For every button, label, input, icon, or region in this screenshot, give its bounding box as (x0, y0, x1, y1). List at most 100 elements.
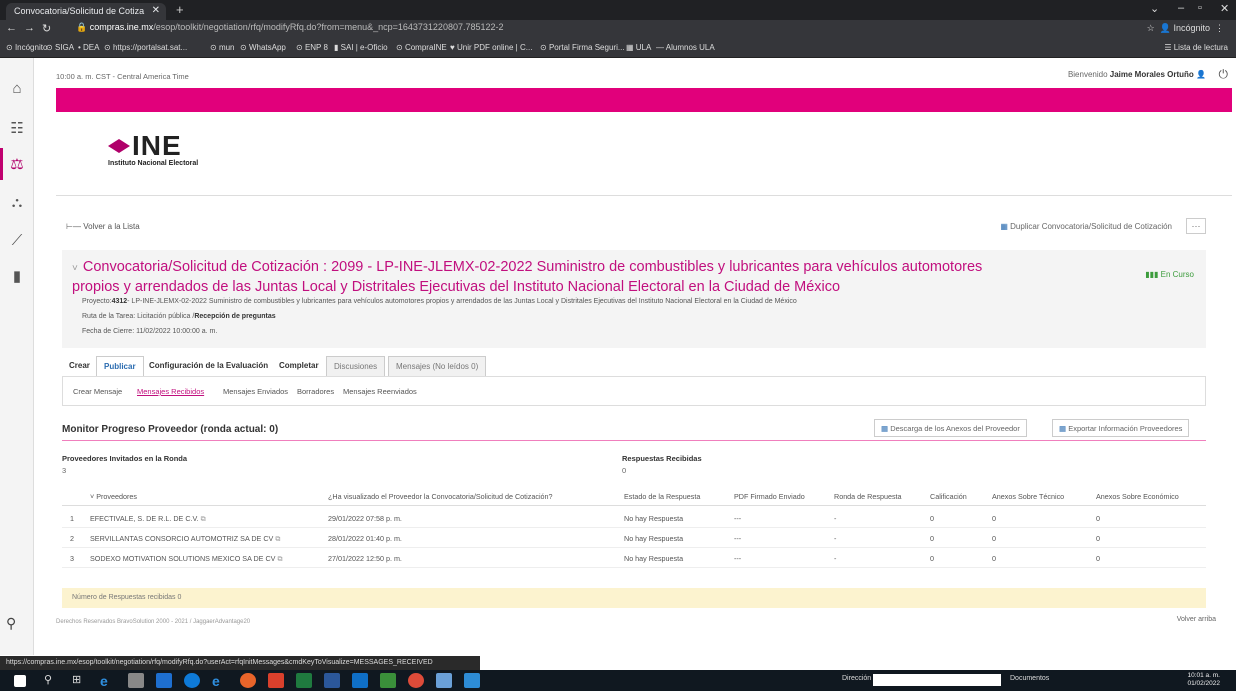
subtab-crear-mensaje[interactable]: Crear Mensaje (73, 387, 122, 396)
bookmark-item[interactable]: ⊙ mun (210, 43, 235, 52)
task-view-icon[interactable]: ⊞ (72, 673, 88, 688)
back-to-list-link[interactable]: ⊢— Volver a la Lista (66, 222, 140, 231)
col-visualizado[interactable]: ¿Ha visualizado el Proveedor la Convocat… (328, 492, 553, 501)
contracts-icon[interactable]: ⛬ (6, 192, 28, 214)
subtab-mensajes-enviados[interactable]: Mensajes Enviados (223, 387, 288, 396)
welcome-user[interactable]: Bienvenido Jaime Morales Ortuño 👤 (1068, 70, 1206, 79)
tech-annexes: 0 (992, 514, 996, 523)
chrome-icon[interactable] (408, 673, 424, 688)
subtab-borradores[interactable]: Borradores (297, 387, 334, 396)
documents-icon[interactable]: ▮ (6, 266, 28, 288)
tab-search-icon[interactable]: ⌄ (1150, 2, 1159, 15)
app-icon[interactable] (436, 673, 452, 688)
supplier-name[interactable]: SERVILLANTAS CONSORCIO AUTOMOTRIZ SA DE … (90, 534, 280, 544)
outlook-icon[interactable] (352, 673, 368, 688)
tab-publicar[interactable]: Publicar (96, 356, 144, 376)
download-annexes-button[interactable]: ▦ Descarga de los Anexos del Proveedor (874, 419, 1027, 437)
open-link-icon[interactable]: ⧉ (275, 534, 280, 543)
col-estado[interactable]: Estado de la Respuesta (624, 492, 700, 501)
tab-discusiones[interactable]: Discusiones (326, 356, 386, 376)
bookmark-item[interactable]: ⊙ CompraINE (396, 43, 447, 52)
bookmark-label: mun (218, 43, 235, 52)
url-field[interactable]: 🔒 compras.ine.mx/esop/toolkit/negotiatio… (66, 22, 1116, 36)
responses-value: 0 (622, 466, 627, 475)
bookmark-item[interactable]: ⊙ Portal Firma Seguri... (540, 43, 625, 52)
windows-taskbar: ⚲ ⊞ e e (0, 670, 1236, 691)
reading-list[interactable]: ☰ Lista de lectura (1164, 43, 1228, 52)
back-arrow-icon[interactable]: ← (6, 22, 17, 34)
ine-logo: INE Instituto Nacional Electoral (108, 132, 198, 167)
reload-icon[interactable]: ↻ (42, 22, 51, 35)
row-number: 3 (70, 554, 74, 563)
bookmark-item[interactable]: ⊙ ENP 8 (296, 43, 328, 52)
word-icon[interactable] (324, 673, 340, 688)
col-pdf[interactable]: PDF Firmado Enviado (734, 492, 805, 501)
col-calificacion[interactable]: Calificación (930, 492, 967, 501)
tab-mensajes[interactable]: Mensajes (No leídos 0) (388, 356, 487, 376)
bookmark-item[interactable]: ▮ SAI | e-Oficio (334, 43, 388, 52)
start-icon[interactable] (14, 675, 26, 687)
address-toolbar-input[interactable] (873, 674, 1001, 686)
bookmark-item[interactable]: ⊙ https://portalsat.sat... (104, 43, 187, 52)
sourcing-icon[interactable]: ⚖ (6, 154, 28, 176)
bookmark-item[interactable]: ⊙ SIGA (46, 43, 74, 52)
mail-icon[interactable] (156, 673, 172, 688)
subtab-mensajes-reenviados[interactable]: Mensajes Reenviados (343, 387, 417, 396)
close-date: Fecha de Cierre: 11/02/2022 10:00:00 a. … (82, 328, 218, 335)
excel-icon[interactable] (296, 673, 312, 688)
subtab-mensajes-recibidos[interactable]: Mensajes Recibidos (137, 387, 204, 396)
more-actions-button[interactable]: ··· (1186, 218, 1206, 234)
incognito-label: Incógnito (1173, 23, 1210, 33)
export-suppliers-button[interactable]: ▦ Exportar Información Proveedores (1052, 419, 1190, 437)
bookmark-item[interactable]: • DEA (78, 43, 99, 52)
col-anexos-tecnico[interactable]: Anexos Sobre Técnico (992, 492, 1064, 501)
supplier-name[interactable]: EFECTIVALE, S. DE R.L. DE C.V. ⧉ (90, 514, 206, 524)
close-window-icon[interactable]: ✕ (1220, 2, 1229, 15)
tab-crear[interactable]: Crear (62, 356, 97, 376)
open-link-icon[interactable]: ⧉ (277, 554, 282, 563)
bookmark-item[interactable]: — Alumnos ULA (656, 43, 715, 52)
bookmark-item[interactable]: ▦ ULA (626, 43, 651, 52)
maximize-icon[interactable]: ▫ (1198, 2, 1202, 14)
home-icon[interactable]: ⌂ (6, 78, 28, 100)
bookmark-item[interactable]: ⊙ Incógnito (6, 43, 47, 52)
col-anexos-economico[interactable]: Anexos Sobre Económico (1096, 492, 1179, 501)
list-icon[interactable]: ☷ (6, 118, 28, 140)
browser-tab[interactable]: Convocatoria/Solicitud de Cotiza ✕ (6, 3, 166, 20)
bookmark-item[interactable]: ♥ Unir PDF online | C... (450, 43, 532, 52)
forward-arrow-icon[interactable]: → (24, 22, 35, 34)
calculator-icon[interactable] (128, 673, 144, 688)
supplier-name[interactable]: SODEXO MOTIVATION SOLUTIONS MEXICO SA DE… (90, 554, 283, 564)
edge-icon[interactable]: e (100, 673, 116, 689)
paint-icon[interactable] (464, 673, 480, 688)
search-icon[interactable]: ⚲ (6, 615, 16, 632)
response-state: No hay Respuesta (624, 554, 684, 563)
analytics-icon[interactable]: ⟋ (6, 230, 28, 252)
logout-icon[interactable]: ⏻ (1219, 67, 1229, 82)
tab-completar[interactable]: Completar (272, 356, 326, 376)
skype-icon[interactable] (184, 673, 200, 688)
bookmark-item[interactable]: ⊙ WhatsApp (240, 43, 286, 52)
duplicate-button[interactable]: ▦ Duplicar Convocatoria/Solicitud de Cot… (1000, 222, 1172, 231)
bookmark-label: Portal Firma Seguri... (548, 43, 625, 52)
project-text: - LP-INE-JLEMX-02-2022 Suministro de com… (127, 298, 797, 305)
collapse-caret-icon[interactable]: ˅ (72, 263, 78, 274)
supplier-label: EFECTIVALE, S. DE R.L. DE C.V. (90, 514, 199, 523)
firefox-icon[interactable] (240, 673, 256, 688)
incognito-indicator[interactable]: ☆ 👤 Incógnito ⋮ (1147, 23, 1224, 34)
taskbar-search-icon[interactable]: ⚲ (44, 673, 60, 688)
close-tab-icon[interactable]: ✕ (152, 5, 160, 16)
back-to-top-link[interactable]: Volver arriba (1177, 616, 1216, 623)
system-clock[interactable]: 10:01 a. m. 01/02/2022 (1187, 672, 1220, 688)
acrobat-icon[interactable] (268, 673, 284, 688)
header-band (56, 88, 1232, 112)
col-ronda[interactable]: Ronda de Respuesta (834, 492, 902, 501)
tab-configuracion[interactable]: Configuración de la Evaluación (142, 356, 275, 376)
photos-icon[interactable] (380, 673, 396, 688)
minimize-icon[interactable]: – (1178, 2, 1184, 14)
documents-toolbar[interactable]: Documentos (1010, 675, 1049, 682)
new-tab-icon[interactable]: + (176, 2, 184, 17)
open-link-icon[interactable]: ⧉ (201, 514, 206, 523)
ie-icon[interactable]: e (212, 673, 228, 689)
col-proveedores[interactable]: ˅ Proveedores (90, 492, 137, 501)
